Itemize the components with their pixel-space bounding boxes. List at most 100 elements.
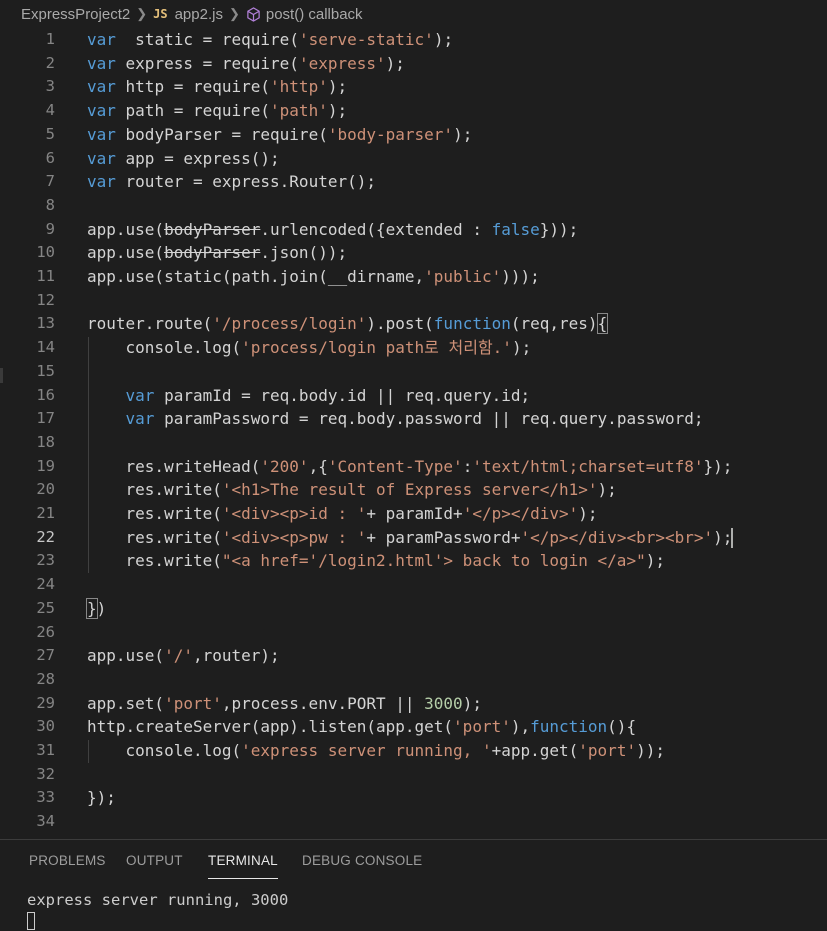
code-line[interactable]: 15 [0, 360, 827, 384]
code-token: ); [511, 338, 532, 358]
code-token: }); [703, 456, 733, 476]
code-text: console.log('express server running, '+a… [87, 739, 665, 763]
code-line[interactable]: 34 [0, 810, 827, 834]
code-line[interactable]: 5 var bodyParser = require('body-parser')… [0, 123, 827, 147]
line-number: 32 [36, 764, 55, 783]
code-token: res.write( [87, 527, 222, 547]
code-text: console.log('process/login path로 처리함.'); [87, 336, 532, 360]
code-line[interactable]: 31 console.log('express server running, … [0, 739, 827, 763]
line-number: 22 [36, 527, 55, 546]
line-number: 11 [36, 267, 55, 285]
code-line[interactable]: 4 var path = require('path'); [0, 99, 827, 123]
code-line[interactable]: 13 router.route('/process/login').post(fu… [0, 312, 827, 336]
breadcrumb: ExpressProject2 ❯ JS app2.js ❯ post() ca… [0, 0, 827, 28]
code-line[interactable]: 10 app.use(bodyParser.json()); [0, 241, 827, 265]
javascript-file-icon: JS [153, 7, 168, 21]
terminal-output[interactable]: express server running, 3000 [27, 891, 288, 909]
code-line[interactable]: 24 [0, 573, 827, 597]
code-line[interactable]: 23 res.write("<a href='/login2.html'> ba… [0, 549, 827, 573]
code-line[interactable]: 9 app.use(bodyParser.urlencoded({extended… [0, 218, 827, 242]
code-line[interactable]: 30 http.createServer(app).listen(app.get(… [0, 715, 827, 739]
code-line[interactable]: 1 var static = require('serve-static'); [0, 28, 827, 52]
code-line[interactable]: 12 [0, 289, 827, 313]
breadcrumb-file[interactable]: app2.js [175, 6, 223, 23]
code-text: var http = require('http'); [87, 75, 347, 99]
code-line[interactable]: 8 [0, 194, 827, 218]
code-token: res.write( [87, 504, 222, 523]
code-line[interactable]: 2 var express = require('express'); [0, 52, 827, 76]
line-number: 4 [45, 101, 55, 120]
tab-terminal[interactable]: TERMINAL [208, 840, 278, 882]
line-number: 10 [36, 243, 55, 262]
code-text: var bodyParser = require('body-parser'); [87, 123, 472, 147]
code-line[interactable]: 14 console.log('process/login path로 처리함.… [0, 336, 827, 360]
code-token: '/process/login' [212, 314, 367, 334]
code-token: false [491, 219, 540, 239]
code-token: })); [539, 219, 579, 239]
code-token: : [462, 456, 473, 476]
code-text: var paramId = req.body.id || req.query.i… [87, 384, 531, 408]
code-line[interactable]: 19 res.writeHead('200',{'Content-Type':'… [0, 455, 827, 479]
code-token: ); [578, 504, 598, 523]
code-token: "<a href='/login2.html'> back to login <… [221, 551, 646, 571]
code-line[interactable]: 29 app.set('port',process.env.PORT || 300… [0, 692, 827, 716]
code-token: 'port' [453, 717, 511, 737]
code-token: ); [453, 124, 473, 144]
breadcrumb-project[interactable]: ExpressProject2 [21, 6, 130, 23]
code-line[interactable]: 20 res.write('<h1>The result of Express … [0, 478, 827, 502]
code-line[interactable]: 18 [0, 431, 827, 455]
code-token: '200' [260, 456, 309, 476]
code-text: var static = require('serve-static'); [87, 28, 453, 52]
code-token: .json()); [260, 243, 348, 263]
tab-debug-console[interactable]: DEBUG CONSOLE [302, 840, 422, 882]
tab-output[interactable]: OUTPUT [126, 840, 183, 882]
line-number: 34 [36, 812, 55, 831]
breadcrumb-symbol[interactable]: post() callback [266, 6, 363, 23]
code-line[interactable]: 17 var paramPassword = req.body.password… [0, 407, 827, 431]
code-line[interactable]: 28 [0, 668, 827, 692]
code-line[interactable]: 6 var app = express(); [0, 147, 827, 171]
code-token: }); [87, 788, 116, 808]
scroll-marker [0, 368, 3, 383]
code-token: '<h1>The result of Express server</h1>' [221, 480, 598, 500]
line-number: 13 [36, 314, 55, 333]
code-token: require [221, 30, 290, 49]
code-token: var [87, 53, 116, 73]
code-token: 'process/login path로 처리함.' [241, 338, 512, 358]
text-cursor [731, 527, 733, 548]
code-text: res.writeHead('200',{'Content-Type':'tex… [87, 455, 733, 479]
code-text: res.write('<div><p>id : '+ paramId+'</p>… [87, 502, 598, 526]
code-line[interactable]: 21 res.write('<div><p>id : '+ paramId+'<… [0, 502, 827, 526]
code-token: app.use(static(path.join(__dirname, [87, 267, 425, 286]
code-token: 3000 [424, 693, 463, 713]
code-text: }); [87, 786, 116, 810]
code-line[interactable]: 7 var router = express.Router(); [0, 170, 827, 194]
code-line[interactable]: 26 [0, 621, 827, 645]
line-number: 29 [36, 693, 55, 712]
line-number: 15 [36, 361, 55, 380]
code-line[interactable]: 25}) [0, 597, 827, 621]
code-line[interactable]: 22 res.write('<div><p>pw : '+ paramPassw… [0, 526, 827, 550]
code-token: var [87, 172, 116, 192]
code-token: ( [289, 30, 299, 49]
code-line[interactable]: 11 app.use(static(path.join(__dirname,'pu… [0, 265, 827, 289]
code-token: ); [597, 480, 617, 500]
code-token: 'express' [298, 53, 386, 73]
code-text: res.write('<h1>The result of Express ser… [87, 478, 617, 502]
panel-tabs: PROBLEMS OUTPUT TERMINAL DEBUG CONSOLE [0, 840, 827, 882]
code-line[interactable]: 32 [0, 763, 827, 787]
tab-problems[interactable]: PROBLEMS [29, 840, 106, 882]
code-text: app.use('/',router); [87, 644, 280, 668]
code-token: paramId = req.body.id || req.query.id; [154, 385, 531, 405]
code-line[interactable]: 16 var paramId = req.body.id || req.quer… [0, 384, 827, 408]
code-editor[interactable]: 1 var static = require('serve-static'); 2 v… [0, 28, 827, 840]
code-token: .urlencoded({extended : [260, 219, 492, 239]
code-line[interactable]: 33}); [0, 786, 827, 810]
code-token: ,{ [308, 456, 328, 476]
code-text: var path = require('path'); [87, 99, 347, 123]
code-line[interactable]: 27 app.use('/',router); [0, 644, 827, 668]
terminal-cursor [27, 912, 35, 930]
line-number: 18 [36, 432, 55, 451]
code-token: )); [636, 741, 665, 760]
code-line[interactable]: 3 var http = require('http'); [0, 75, 827, 99]
